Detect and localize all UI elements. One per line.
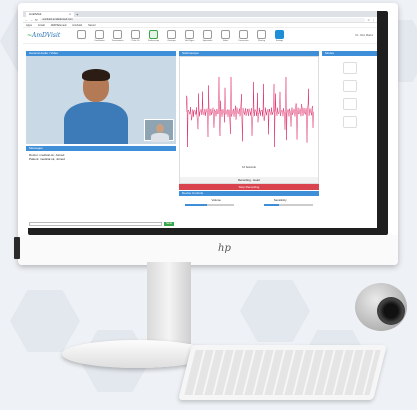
tool-icon — [239, 29, 248, 39]
monitor-chin — [18, 235, 398, 265]
tool-label: Stethoscope — [147, 39, 160, 42]
tool-icon — [167, 29, 176, 39]
tool-label: Thermometer — [111, 39, 124, 42]
camera-lens — [377, 297, 405, 325]
tool-label: Sharing — [258, 39, 265, 42]
tool-icon — [221, 29, 230, 39]
tool-button[interactable]: Documents — [237, 29, 250, 42]
app-logo: ~AmDVisit — [27, 32, 61, 39]
message-input[interactable] — [29, 222, 162, 226]
chat-message: Patient: medical ok, Joined — [29, 157, 65, 161]
tool-icon — [257, 29, 266, 39]
forward-icon[interactable]: → — [30, 18, 33, 22]
tool-button[interactable]: Thermometer — [111, 29, 124, 42]
waveform-trace — [186, 77, 314, 147]
tool-button[interactable] — [75, 29, 88, 42]
menu-icon[interactable]: ⋮ — [372, 18, 375, 22]
tool-icon — [149, 29, 158, 39]
tool-label: Otoscope — [167, 39, 176, 42]
new-tab-icon[interactable]: + — [76, 12, 78, 17]
app-screen: AmDVisit × + ← → ↻ amdvisit.amdtelemed.c… — [23, 11, 377, 228]
tool-label: Spirometer — [202, 39, 213, 42]
stethoscope-panel: Stethoscope 10 Seconds Recording - Heart… — [179, 51, 319, 226]
bookmark-item[interactable]: AMDTelemed — [51, 23, 67, 27]
heart-waveform — [186, 77, 314, 147]
body-icon[interactable] — [342, 116, 357, 128]
tool-button[interactable]: Notes — [219, 29, 232, 42]
tool-button[interactable]: Spirometer — [201, 29, 214, 42]
star-icon[interactable]: ☆ — [367, 18, 370, 22]
lungs-icon[interactable] — [342, 80, 357, 92]
stop-recording-button[interactable]: Stop Recording — [179, 184, 319, 190]
tab-title: AmDVisit — [29, 12, 42, 16]
tool-label: Dashboard — [94, 39, 105, 42]
tool-label: Pulse Ox — [131, 39, 140, 42]
exam-camera — [355, 283, 407, 331]
bookmark-item[interactable]: Apps — [26, 23, 32, 27]
tool-button[interactable]: Vital Signs — [183, 29, 196, 42]
tool-button[interactable]: Pulse Ox — [129, 29, 142, 42]
bookmark-item[interactable]: Amdvisit — [72, 23, 82, 27]
back-icon[interactable]: ← — [25, 18, 28, 22]
keyboard — [178, 345, 387, 400]
tool-icon — [275, 29, 284, 39]
device-toolbar: Dashboard Thermometer Pulse Ox Stethoscope O… — [75, 29, 286, 42]
side-port — [14, 237, 20, 259]
messages-panel: Messages Doctor: medical ok, Joined Pati… — [26, 146, 176, 228]
tool-icon — [95, 29, 104, 39]
modes-panel: Modes — [322, 51, 377, 226]
sensitivity-label: Sensitivity — [273, 198, 287, 202]
user-name: Dr. John Marks — [355, 34, 373, 37]
video-feed: ∩ ♪ ✕ ■ — [26, 56, 176, 144]
tool-icon — [203, 29, 212, 39]
tool-label: Notes — [222, 39, 229, 42]
url-input[interactable]: amdvisit.amdtelemed.com — [39, 17, 366, 22]
abdomen-icon[interactable] — [342, 98, 357, 110]
recording-status: Recording - Heart — [180, 177, 318, 183]
modes-header: Modes — [322, 51, 377, 56]
reload-icon[interactable]: ↻ — [35, 18, 38, 22]
tool-button[interactable]: Otoscope — [165, 29, 178, 42]
send-button[interactable]: Send — [164, 222, 174, 226]
app-header: ~AmDVisit Dashboard Thermometer Pulse Ox St… — [23, 28, 377, 44]
browser-tab[interactable]: AmDVisit × — [26, 12, 74, 17]
tool-icon — [185, 29, 194, 39]
volume-slider[interactable] — [185, 204, 234, 206]
tool-button[interactable]: Dashboard — [93, 29, 106, 42]
tool-button[interactable]: Settings — [273, 29, 286, 42]
self-view[interactable] — [144, 119, 174, 142]
volume-label: Volume — [211, 198, 221, 202]
bookmark-item[interactable]: Server — [88, 23, 96, 27]
tool-button[interactable]: Sharing — [255, 29, 268, 42]
remote-participant — [61, 66, 131, 144]
bookmark-item[interactable]: Gmail — [38, 23, 45, 27]
heart-icon[interactable] — [342, 62, 357, 74]
tool-icon — [77, 29, 86, 39]
left-column: General Audio / Video ∩ ♪ ✕ ■ — [26, 51, 176, 226]
waveform-area: 10 Seconds Recording - Heart — [179, 56, 319, 184]
sensitivity-slider[interactable] — [264, 204, 313, 206]
time-label: 10 Seconds — [242, 166, 256, 169]
close-icon[interactable]: × — [69, 12, 71, 17]
tool-button[interactable]: Stethoscope — [147, 29, 160, 42]
tool-label: Vital Signs — [184, 39, 195, 42]
monitor-stand — [147, 262, 191, 344]
device-controls: Volume Sensitivity — [179, 196, 319, 216]
tool-icon — [113, 29, 122, 39]
hp-logo: hp — [218, 243, 231, 254]
tool-icon — [131, 29, 140, 39]
tool-label: Documents — [238, 39, 249, 42]
tool-label: Settings — [275, 39, 284, 42]
